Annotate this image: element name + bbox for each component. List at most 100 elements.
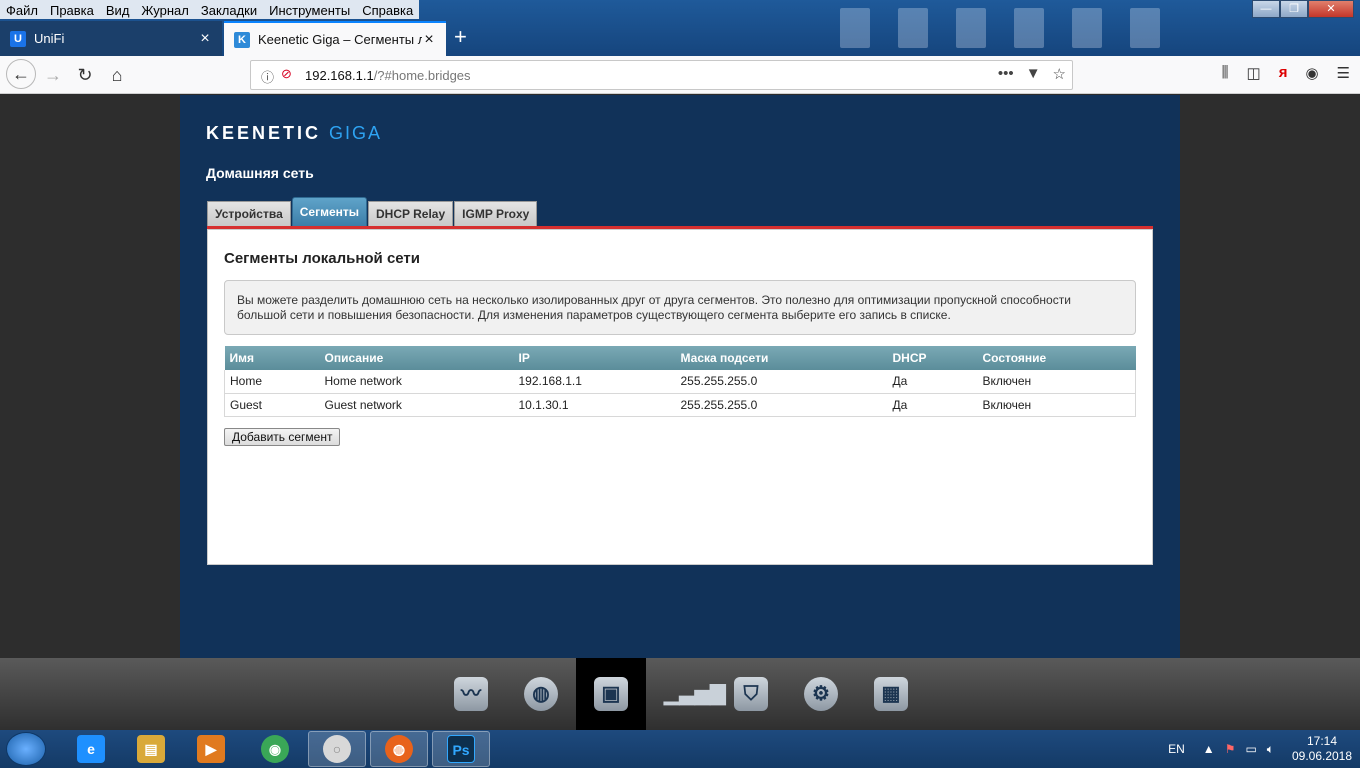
info-box: Вы можете разделить домашнюю сеть на нес…	[224, 280, 1136, 335]
menu-item[interactable]: Файл	[0, 0, 44, 19]
new-tab-icon[interactable]: +	[454, 24, 467, 50]
column-header[interactable]: Имя	[224, 346, 320, 370]
tab-keenetic[interactable]: K Keenetic Giga – Сегменты лока ×	[224, 21, 446, 56]
media-player-icon[interactable]: ▶	[182, 731, 240, 767]
table-header-row: Имя Описание IP Маска подсети DHCP Состо…	[224, 346, 1136, 370]
dock-monitor[interactable]: 〰	[436, 658, 506, 730]
menu-item[interactable]: Справка	[356, 0, 419, 19]
dock-system[interactable]: ⚙	[786, 658, 856, 730]
unifi-icon: U	[10, 30, 26, 47]
extension-eye-icon[interactable]: ◉	[1305, 64, 1318, 82]
tab-dhcp-relay[interactable]: DHCP Relay	[368, 201, 454, 227]
minimize-button[interactable]: —	[1252, 0, 1280, 18]
menu-item[interactable]: Закладки	[195, 0, 263, 19]
url-bar[interactable]: ⓘ ⊘ 192.168.1.1/?#home.bridges ••• ▼ ☆	[250, 60, 1073, 90]
info-icon[interactable]: ⓘ	[261, 67, 274, 86]
dock-internet[interactable]: ◍	[506, 658, 576, 730]
section-title: Домашняя сеть	[206, 165, 314, 181]
unifi-app-icon[interactable]: ○	[308, 731, 366, 767]
tray-expand-icon[interactable]: ▲	[1203, 742, 1215, 756]
desktop-icon	[956, 8, 986, 48]
yandex-icon[interactable]: я	[1279, 64, 1288, 82]
cell-description: Home network	[319, 370, 514, 394]
tab-igmp-proxy[interactable]: IGMP Proxy	[454, 201, 538, 227]
network-icon[interactable]: ▭	[1245, 742, 1256, 756]
cell-dhcp: Да	[887, 370, 978, 394]
sidebar-icon[interactable]: ◫	[1247, 64, 1261, 82]
tab-devices[interactable]: Устройства	[207, 201, 291, 227]
desktop-icon	[1130, 8, 1160, 48]
menu-item[interactable]: Журнал	[135, 0, 194, 19]
router-tabs: Устройства Сегменты DHCP Relay IGMP Prox…	[207, 197, 538, 227]
logo-model: GIGA	[329, 123, 383, 143]
url-text[interactable]: 192.168.1.1/?#home.bridges	[305, 68, 471, 83]
menu-item[interactable]: Вид	[100, 0, 136, 19]
table-row[interactable]: Guest Guest network 10.1.30.1 255.255.25…	[224, 393, 1136, 417]
cell-name: Guest	[224, 393, 320, 417]
app-glyph: ▤	[137, 735, 165, 763]
insecure-lock-icon: ⊘	[281, 66, 292, 81]
monitor-chart-icon: 〰	[454, 677, 488, 711]
bookmark-star-icon[interactable]: ☆	[1053, 65, 1066, 83]
tab-label: Keenetic Giga – Сегменты лока	[258, 32, 422, 47]
add-segment-button[interactable]: Добавить сегмент	[224, 428, 341, 446]
column-header[interactable]: DHCP	[887, 346, 978, 370]
wifi-signal-icon: ▁▃▅▇	[664, 683, 726, 705]
clock-time: 17:14	[1306, 734, 1338, 748]
app-glyph: ▶	[197, 735, 225, 763]
dock-home-network[interactable]: ▣	[576, 658, 646, 730]
close-tab-icon[interactable]: ×	[198, 30, 212, 48]
dock-security[interactable]: ⛉	[716, 658, 786, 730]
keenetic-icon: K	[234, 31, 250, 48]
pocket-icon[interactable]: ▼	[1026, 65, 1041, 83]
dock-apps[interactable]: ▦	[856, 658, 926, 730]
navigation-bar: ← → ↻ ⌂ ⓘ ⊘ 192.168.1.1/?#home.bridges •…	[0, 56, 1360, 94]
desktop-icon	[840, 8, 870, 48]
column-header[interactable]: Описание	[319, 346, 514, 370]
volume-icon[interactable]: 🔈︎	[1267, 742, 1274, 757]
library-icon[interactable]: ⫼	[1222, 64, 1229, 82]
logo-brand: KEENETIC	[206, 123, 322, 143]
desktop-icon	[1072, 8, 1102, 48]
page-actions-icon[interactable]: •••	[998, 65, 1014, 83]
table-row[interactable]: Home Home network 192.168.1.1 255.255.25…	[224, 370, 1136, 394]
photoshop-icon[interactable]: Ps	[432, 731, 490, 767]
dock-wifi[interactable]: ▁▃▅▇	[646, 658, 726, 730]
system-gear-icon: ⚙	[804, 677, 838, 711]
desktop-icons	[840, 8, 1160, 48]
clock[interactable]: 17:14 09.06.2018	[1284, 734, 1360, 764]
home-icon[interactable]: ⌂	[104, 62, 130, 88]
reload-icon[interactable]: ↻	[72, 62, 98, 88]
close-tab-icon[interactable]: ×	[422, 31, 436, 49]
menu-item[interactable]: Правка	[44, 0, 100, 19]
system-tray: EN ▲ ⚑ ▭ 🔈︎ 17:14 09.06.2018	[1168, 730, 1360, 768]
tab-unifi[interactable]: U UniFi ×	[0, 21, 222, 56]
chrome-icon[interactable]: ◉	[246, 731, 304, 767]
back-arrow-icon[interactable]: ←	[6, 59, 36, 89]
close-window-button[interactable]: ✕	[1308, 0, 1354, 18]
action-center-icon[interactable]: ⚑	[1225, 742, 1236, 756]
app-glyph: ○	[323, 735, 351, 763]
segments-table: Имя Описание IP Маска подсети DHCP Состо…	[224, 346, 1136, 417]
router-app: KEENETIC GIGA Домашняя сеть Устройства С…	[180, 95, 1180, 658]
column-header[interactable]: IP	[513, 346, 676, 370]
forward-arrow-icon[interactable]: →	[40, 62, 66, 88]
maximize-button[interactable]: ❐	[1280, 0, 1308, 18]
cell-name: Home	[224, 370, 320, 394]
security-shield-icon: ⛉	[734, 677, 768, 711]
column-header[interactable]: Маска подсети	[675, 346, 888, 370]
home-network-icon: ▣	[594, 677, 628, 711]
menu-item[interactable]: Инструменты	[263, 0, 356, 19]
menubar: Файл Правка Вид Журнал Закладки Инструменты Сп…	[0, 0, 420, 19]
column-header[interactable]: Состояние	[977, 346, 1136, 370]
internet-explorer-icon[interactable]: e	[62, 731, 120, 767]
language-indicator[interactable]: EN	[1168, 742, 1185, 756]
apps-grid-icon: ▦	[874, 677, 908, 711]
url-host: 192.168.1.1	[305, 68, 374, 83]
hamburger-menu-icon[interactable]: ☰	[1337, 64, 1350, 82]
file-explorer-icon[interactable]: ▤	[122, 731, 180, 767]
tab-segments[interactable]: Сегменты	[291, 197, 368, 227]
start-button-icon[interactable]	[6, 732, 46, 766]
firefox-icon[interactable]: ◍	[370, 731, 428, 767]
cell-ip: 10.1.30.1	[513, 393, 676, 417]
